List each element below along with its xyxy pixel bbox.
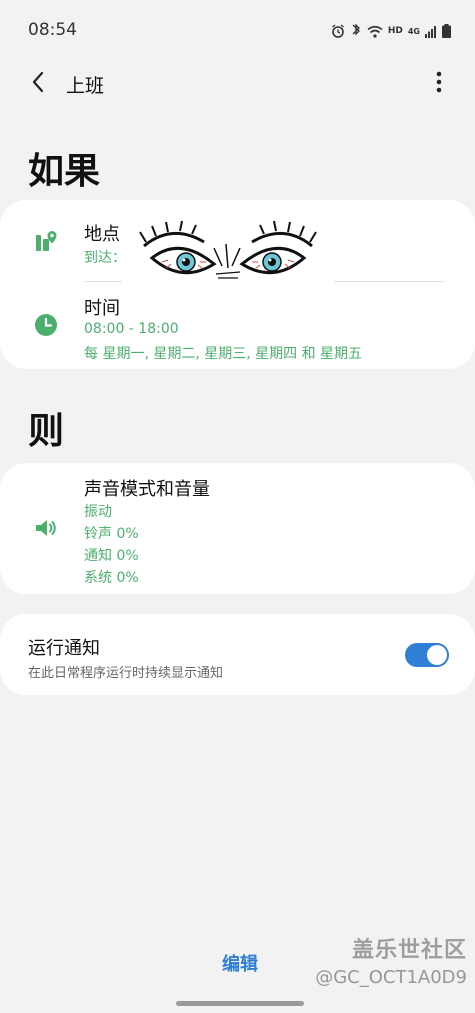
status-bar: 08:54 HD 4G: [0, 0, 475, 60]
back-button[interactable]: [22, 68, 54, 100]
bluetooth-charging-icon: [350, 24, 362, 38]
toggle-knob: [427, 645, 447, 665]
location-icon: [34, 229, 58, 253]
chevron-left-icon: [31, 71, 45, 97]
location-subtitle: 到达：: [84, 250, 126, 266]
wifi-icon: [367, 25, 383, 38]
eyes-sticker-image: [122, 218, 334, 294]
sound-mode-action-row[interactable]: 声音模式和音量 振动 铃声 0% 通知 0% 系统 0%: [0, 463, 475, 594]
time-range: 08:00 - 18:00: [84, 321, 179, 337]
ringtone-volume: 铃声 0%: [84, 526, 139, 542]
edit-button[interactable]: 编辑: [200, 950, 280, 978]
run-notification-title: 运行通知: [28, 638, 100, 659]
then-actions-card: 声音模式和音量 振动 铃声 0% 通知 0% 系统 0%: [0, 463, 475, 594]
signal-icon: [425, 25, 437, 38]
more-options-button[interactable]: [425, 68, 453, 100]
battery-icon: [442, 24, 451, 38]
if-section-title: 如果: [28, 151, 101, 192]
location-title: 地点: [84, 224, 120, 245]
time-repeat-days: 每 星期一, 星期二, 星期三, 星期四 和 星期五: [84, 346, 363, 362]
alarm-icon: [331, 24, 345, 38]
hd-label: HD: [387, 26, 403, 36]
notification-volume: 通知 0%: [84, 548, 139, 564]
status-time: 08:54: [28, 20, 77, 40]
clock-icon: [34, 313, 58, 337]
run-notification-subtitle: 在此日常程序运行时持续显示通知: [28, 666, 224, 681]
system-volume: 系统 0%: [84, 570, 139, 586]
time-title: 时间: [84, 298, 120, 319]
watermark-id: @GC_OCT1A0D9: [315, 967, 467, 988]
volume-icon: [34, 516, 58, 540]
more-vert-icon: [436, 71, 442, 97]
status-icons: HD 4G: [331, 20, 451, 42]
sound-mode-line: 振动: [84, 504, 112, 520]
app-bar: 上班: [0, 62, 475, 106]
network-label: 4G: [407, 26, 420, 36]
run-notification-toggle[interactable]: [405, 643, 449, 667]
navigation-handle[interactable]: [176, 1001, 304, 1006]
watermark-text: 盖乐世社区: [351, 938, 467, 963]
sound-mode-title: 声音模式和音量: [84, 479, 210, 500]
then-section-title: 则: [28, 411, 65, 452]
page-title: 上班: [66, 75, 105, 97]
time-condition-row[interactable]: 时间 08:00 - 18:00 每 星期一, 星期二, 星期三, 星期四 和 …: [0, 282, 475, 369]
